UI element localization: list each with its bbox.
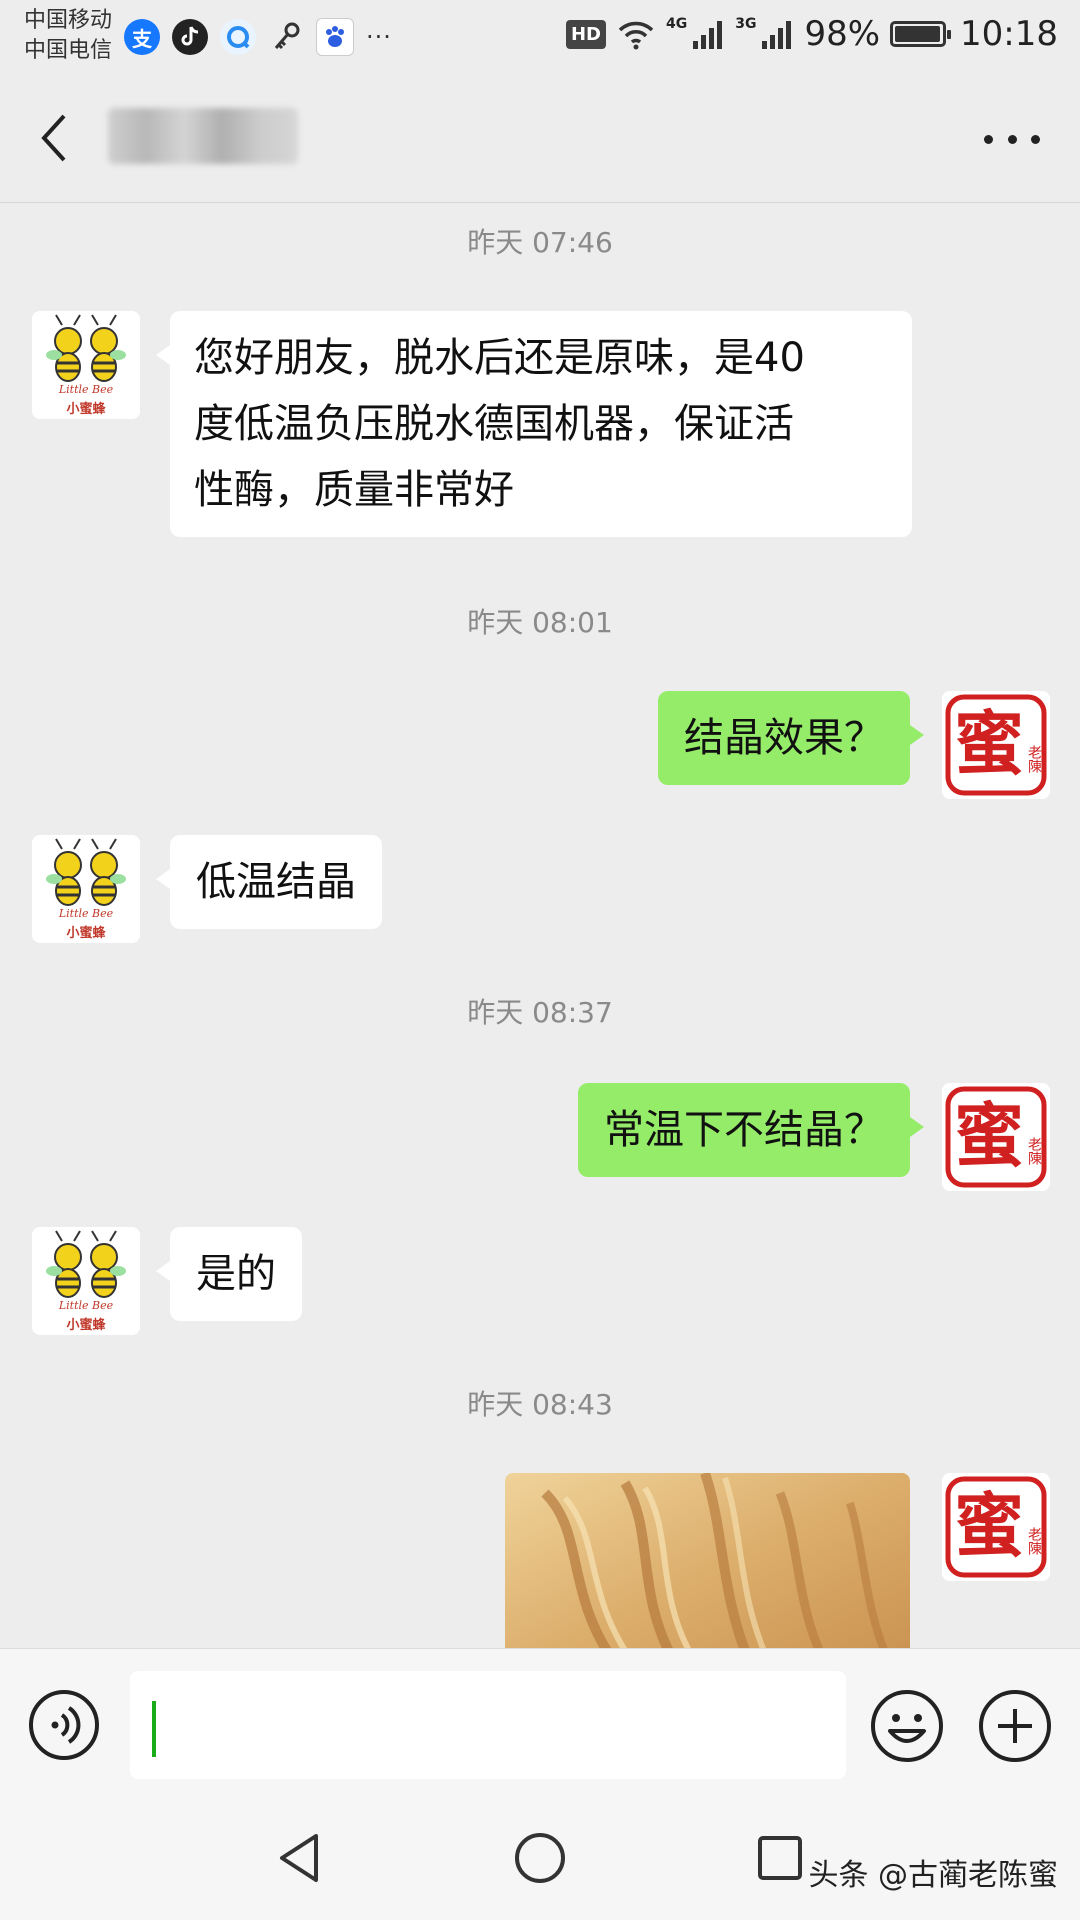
seal-subtext: 老陳 xyxy=(1026,1527,1042,1555)
seal-char: 蜜 xyxy=(954,702,1024,785)
nav-back-button[interactable] xyxy=(270,1828,330,1888)
wifi-icon xyxy=(618,21,654,50)
carrier-2: 中国电信 xyxy=(24,38,113,63)
message-line: 您好朋友，脱水后还是原味，是40 xyxy=(194,335,805,381)
contact-avatar[interactable]: Little Bee 小蜜蜂 xyxy=(32,311,140,419)
voice-icon xyxy=(29,1690,99,1760)
smiley-icon xyxy=(871,1690,943,1762)
system-status: HD 4G 3G 98% 10:18 xyxy=(565,14,1058,54)
more-dot-icon xyxy=(1031,134,1040,144)
browser-icon xyxy=(220,19,256,55)
battery-percent: 98% xyxy=(804,14,881,54)
seal-char: 蜜 xyxy=(954,1484,1024,1567)
nav-home-button[interactable] xyxy=(510,1828,570,1888)
alipay-icon: 支 xyxy=(124,19,160,55)
more-dot-icon xyxy=(984,134,993,144)
message-list[interactable]: 昨天 07:46 Little Bee 小蜜蜂 您好朋友，脱水后还是原味，是40… xyxy=(0,203,1080,1648)
my-avatar[interactable]: 蜜 老陳 xyxy=(942,1083,1050,1191)
timestamp: 昨天 08:43 xyxy=(467,1388,613,1421)
timestamp: 昨天 08:01 xyxy=(467,606,613,639)
emoji-button[interactable] xyxy=(870,1689,944,1763)
baidu-icon xyxy=(316,18,354,56)
incoming-message-bubble[interactable]: 您好朋友，脱水后还是原味，是40 度低温负压脱水德国机器，保证活 性酶，质量非常… xyxy=(156,311,912,537)
square-recents-icon xyxy=(758,1836,802,1880)
signal-icon xyxy=(693,21,723,49)
message-text: 低温结晶 xyxy=(196,859,356,905)
hd-badge: HD xyxy=(565,19,606,49)
contact-avatar[interactable]: Little Bee 小蜜蜂 xyxy=(32,1227,140,1335)
more-options-button[interactable] xyxy=(984,124,1040,154)
notification-icons: 支 ··· xyxy=(124,18,392,56)
outgoing-message-bubble[interactable]: 常温下不结晶？ xyxy=(578,1083,924,1177)
more-notifications: ··· xyxy=(366,23,392,51)
voice-button[interactable] xyxy=(28,1689,100,1761)
network-type-2: 3G xyxy=(735,16,757,32)
message-text: 常温下不结晶？ xyxy=(604,1107,884,1153)
key-icon xyxy=(268,19,304,55)
nav-recents-button[interactable] xyxy=(750,1828,810,1888)
text-cursor xyxy=(152,1701,156,1757)
contact-name: ████████ xyxy=(108,108,298,164)
message-line: 性酶，质量非常好 xyxy=(194,467,514,513)
seal-subtext: 老陳 xyxy=(1026,1137,1042,1165)
triangle-back-icon xyxy=(280,1834,318,1882)
chat-header: ████████ xyxy=(0,80,1080,203)
message-input[interactable] xyxy=(130,1671,846,1779)
watermark: 头条 @古蔺老陈蜜 xyxy=(808,1858,1058,1893)
avatar-logo-text: Little Bee xyxy=(58,907,114,920)
signal-icon-2 xyxy=(762,21,792,49)
image-message[interactable] xyxy=(505,1473,910,1648)
timestamp: 昨天 08:37 xyxy=(467,996,613,1029)
message-text: 是的 xyxy=(196,1251,276,1297)
honey-photo xyxy=(505,1473,910,1648)
clock: 10:18 xyxy=(960,14,1058,54)
seal-subtext: 老陳 xyxy=(1026,745,1042,773)
douyin-icon xyxy=(172,19,208,55)
network-type-1: 4G xyxy=(665,16,688,32)
message-text: 结晶效果？ xyxy=(684,715,884,761)
avatar-logo-text: Little Bee xyxy=(58,1299,114,1312)
seal-char: 蜜 xyxy=(954,1094,1024,1177)
carrier-1: 中国移动 xyxy=(24,8,113,33)
avatar-logo-subtext: 小蜜蜂 xyxy=(66,402,106,417)
timestamp: 昨天 07:46 xyxy=(467,226,613,259)
my-avatar[interactable]: 蜜 老陳 xyxy=(942,1473,1050,1581)
status-bar: 中国移动 中国电信 支 ··· HD 4G 3G 98% 10:18 xyxy=(0,0,1080,80)
contact-avatar[interactable]: Little Bee 小蜜蜂 xyxy=(32,835,140,943)
incoming-message-bubble[interactable]: 低温结晶 xyxy=(156,835,382,929)
my-avatar[interactable]: 蜜 老陳 xyxy=(942,691,1050,799)
circle-home-icon xyxy=(515,1833,565,1883)
avatar-logo-subtext: 小蜜蜂 xyxy=(66,1318,106,1333)
incoming-message-bubble[interactable]: 是的 xyxy=(156,1227,302,1321)
more-dot-icon xyxy=(1007,134,1017,144)
battery-icon xyxy=(890,21,952,47)
chevron-left-icon xyxy=(41,114,66,162)
back-button[interactable] xyxy=(30,108,80,168)
plus-icon xyxy=(979,1690,1051,1762)
more-functions-button[interactable] xyxy=(978,1689,1052,1763)
input-bar xyxy=(0,1648,1080,1799)
avatar-logo-text: Little Bee xyxy=(58,383,114,396)
carrier-info: 中国移动 中国电信 xyxy=(24,6,112,66)
avatar-logo-subtext: 小蜜蜂 xyxy=(66,926,106,941)
outgoing-message-bubble[interactable]: 结晶效果？ xyxy=(658,691,924,785)
message-line: 度低温负压脱水德国机器，保证活 xyxy=(194,401,794,447)
system-nav-bar: 头条 @古蔺老陈蜜 xyxy=(0,1798,1080,1920)
battery-fill xyxy=(895,26,941,42)
